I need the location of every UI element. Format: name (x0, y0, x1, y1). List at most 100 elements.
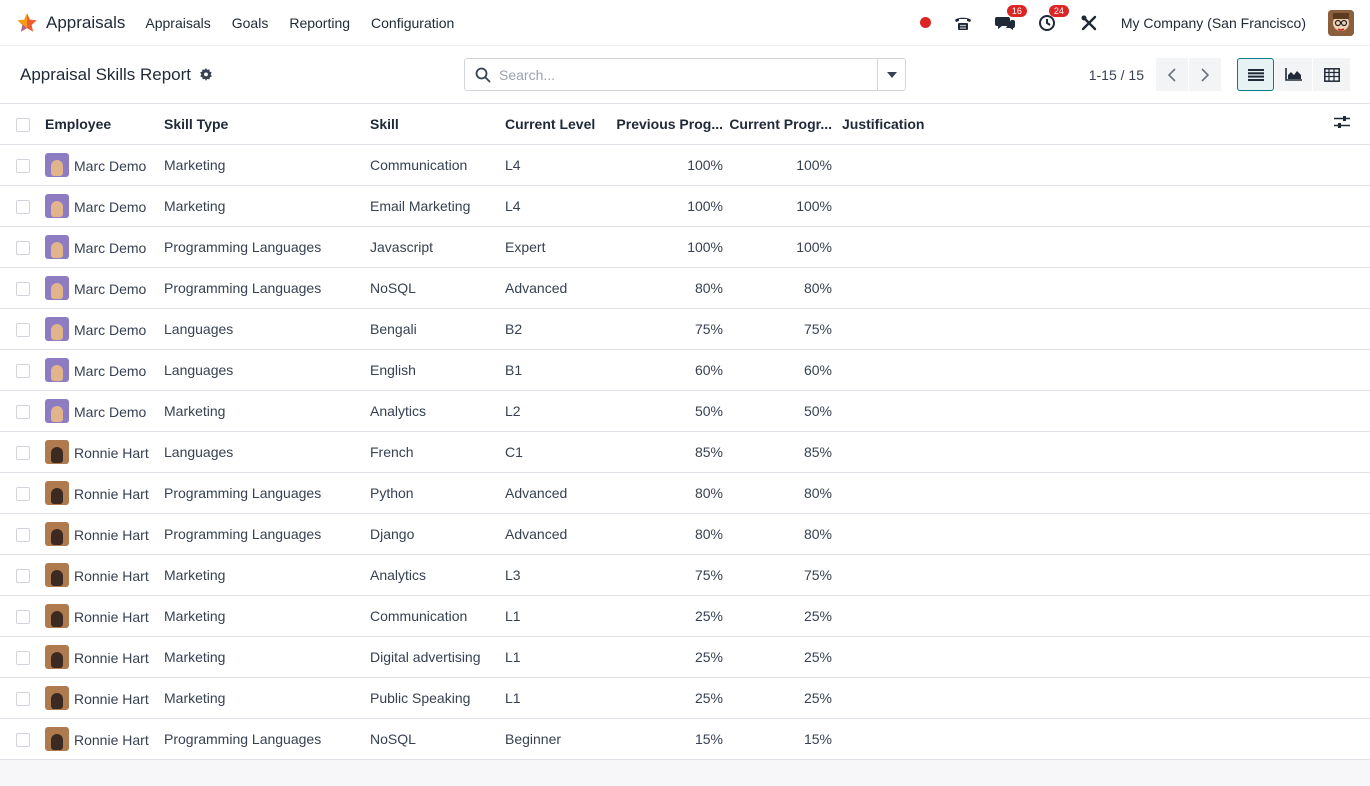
table-row[interactable]: Ronnie Hart Languages French C1 85% 85% (0, 431, 1370, 473)
employee-cell[interactable]: Ronnie Hart (45, 472, 164, 514)
skills-table: Employee Skill Type Skill Current Level … (0, 104, 1370, 760)
employee-cell[interactable]: Marc Demo (45, 267, 164, 309)
header-current-level[interactable]: Current Level (505, 104, 614, 145)
employee-name: Marc Demo (74, 199, 147, 215)
menu-reporting[interactable]: Reporting (289, 15, 350, 31)
row-checkbox[interactable] (16, 322, 30, 337)
row-spacer-cell (1334, 390, 1370, 432)
employee-cell[interactable]: Marc Demo (45, 349, 164, 391)
row-checkbox[interactable] (16, 281, 30, 296)
table-row[interactable]: Marc Demo Programming Languages Javascript… (0, 226, 1370, 268)
table-row[interactable]: Ronnie Hart Marketing Public Speaking L1 25%… (0, 677, 1370, 719)
select-all-checkbox[interactable] (16, 117, 30, 132)
employee-cell[interactable]: Marc Demo (45, 390, 164, 432)
table-row[interactable]: Marc Demo Languages English B1 60% 60% (0, 349, 1370, 391)
main-menu: Appraisals Goals Reporting Configuration (145, 15, 454, 31)
table-row[interactable]: Ronnie Hart Programming Languages NoSQL Beg… (0, 718, 1370, 760)
table-row[interactable]: Marc Demo Marketing Analytics L2 50% 50% (0, 390, 1370, 432)
header-current-progress[interactable]: Current Progr... (723, 104, 832, 145)
employee-cell[interactable]: Marc Demo (45, 226, 164, 268)
employee-cell[interactable]: Marc Demo (45, 144, 164, 186)
current-progress-cell: 75% (723, 308, 832, 350)
row-checkbox[interactable] (16, 158, 30, 173)
table-row[interactable]: Ronnie Hart Marketing Communication L1 25% 25… (0, 595, 1370, 637)
header-previous-progress[interactable]: Previous Prog... (614, 104, 723, 145)
current-progress-cell: 25% (723, 636, 832, 678)
header-skill[interactable]: Skill (370, 104, 505, 145)
table-row[interactable]: Marc Demo Marketing Communication L4 100% 100… (0, 144, 1370, 186)
skill-cell: Email Marketing (370, 185, 505, 227)
phone-icon[interactable] (953, 13, 973, 33)
employee-cell[interactable]: Marc Demo (45, 185, 164, 227)
row-checkbox[interactable] (16, 445, 30, 460)
employee-cell[interactable]: Ronnie Hart (45, 718, 164, 760)
row-checkbox[interactable] (16, 732, 30, 747)
employee-cell[interactable]: Ronnie Hart (45, 513, 164, 555)
employee-cell[interactable]: Ronnie Hart (45, 636, 164, 678)
employee-badge: Ronnie Hart (45, 644, 164, 669)
row-checkbox[interactable] (16, 363, 30, 378)
chevron-left-icon (1168, 67, 1176, 82)
table-row[interactable]: Marc Demo Marketing Email Marketing L4 100% 1… (0, 185, 1370, 227)
table-row[interactable]: Ronnie Hart Programming Languages Django Ad… (0, 513, 1370, 555)
row-checkbox[interactable] (16, 486, 30, 501)
current-level-cell: L2 (505, 390, 614, 432)
skill-cell: Analytics (370, 554, 505, 596)
table-row[interactable]: Ronnie Hart Marketing Analytics L3 75% 75% (0, 554, 1370, 596)
activities-clock-icon[interactable]: 24 (1037, 4, 1069, 33)
search-field[interactable]: Search... (465, 59, 877, 90)
list-view-button[interactable] (1237, 58, 1274, 91)
graph-view-button[interactable] (1275, 58, 1312, 91)
employee-cell[interactable]: Ronnie Hart (45, 554, 164, 596)
employee-cell[interactable]: Ronnie Hart (45, 431, 164, 473)
column-settings-icon[interactable] (1334, 115, 1350, 129)
previous-progress-cell: 100% (614, 226, 723, 268)
pivot-view-button[interactable] (1313, 58, 1350, 91)
search-box: Search... (464, 58, 906, 91)
recording-indicator-icon[interactable] (919, 17, 931, 28)
table-row[interactable]: Ronnie Hart Programming Languages Python Ad… (0, 472, 1370, 514)
row-checkbox[interactable] (16, 527, 30, 542)
search-input[interactable]: Search... (499, 67, 555, 83)
employee-avatar (45, 562, 69, 587)
employee-cell[interactable]: Marc Demo (45, 308, 164, 350)
employee-cell[interactable]: Ronnie Hart (45, 677, 164, 719)
messages-icon[interactable]: 16 (994, 4, 1027, 33)
row-checkbox[interactable] (16, 404, 30, 419)
header-skill-type[interactable]: Skill Type (164, 104, 370, 145)
row-checkbox[interactable] (16, 199, 30, 214)
pager-next-button[interactable] (1189, 58, 1221, 91)
app-brand[interactable]: Appraisals (16, 12, 125, 34)
skill-cell: Python (370, 472, 505, 514)
current-level-cell: L1 (505, 677, 614, 719)
employee-name: Ronnie Hart (74, 527, 149, 543)
previous-progress-cell: 15% (614, 718, 723, 760)
employee-name: Ronnie Hart (74, 445, 149, 461)
row-checkbox[interactable] (16, 609, 30, 624)
user-avatar[interactable] (1328, 9, 1354, 36)
search-options-toggle[interactable] (877, 59, 905, 90)
employee-avatar (45, 603, 69, 628)
table-row[interactable]: Marc Demo Programming Languages NoSQL Advan… (0, 267, 1370, 309)
employee-badge: Marc Demo (45, 152, 164, 177)
table-row[interactable]: Marc Demo Languages Bengali B2 75% 75% (0, 308, 1370, 350)
pager-value[interactable]: 1-15 / 15 (1089, 67, 1144, 83)
menu-configuration[interactable]: Configuration (371, 15, 454, 31)
company-switcher[interactable]: My Company (San Francisco) (1121, 15, 1306, 31)
menu-goals[interactable]: Goals (232, 15, 269, 31)
skill-type-cell: Marketing (164, 636, 370, 678)
menu-appraisals[interactable]: Appraisals (145, 15, 210, 31)
header-employee[interactable]: Employee (45, 104, 164, 145)
employee-cell[interactable]: Ronnie Hart (45, 595, 164, 637)
row-checkbox[interactable] (16, 568, 30, 583)
row-checkbox[interactable] (16, 650, 30, 665)
row-checkbox[interactable] (16, 240, 30, 255)
header-justification[interactable]: Justification (832, 104, 1334, 145)
gear-icon[interactable] (199, 67, 213, 82)
row-spacer-cell (1334, 718, 1370, 760)
current-level-cell: Beginner (505, 718, 614, 760)
pager-previous-button[interactable] (1156, 58, 1188, 91)
table-row[interactable]: Ronnie Hart Marketing Digital advertising L… (0, 636, 1370, 678)
debug-tools-icon[interactable] (1079, 13, 1099, 33)
row-checkbox[interactable] (16, 691, 30, 706)
